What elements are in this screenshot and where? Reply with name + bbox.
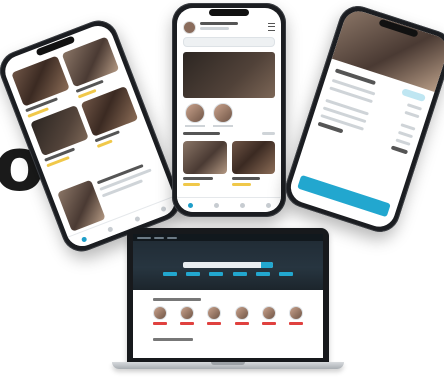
category-label-line <box>185 125 205 127</box>
category-label-line <box>213 125 233 127</box>
web-person[interactable] <box>288 306 303 325</box>
person-photo <box>180 306 195 320</box>
person-badge <box>207 322 222 325</box>
category-item[interactable] <box>213 103 233 127</box>
phone-notch <box>209 9 249 16</box>
web-nav <box>133 234 323 241</box>
web-search-input[interactable] <box>183 262 273 268</box>
web-person[interactable] <box>153 306 167 325</box>
greeting-line <box>200 22 239 25</box>
laptop-base <box>112 362 344 369</box>
web-category-button[interactable] <box>163 272 177 276</box>
row-value-line <box>397 130 414 139</box>
web-people-row <box>153 306 303 325</box>
phone-mockup-center <box>172 3 286 217</box>
category-circles <box>185 103 273 127</box>
card-title-line <box>183 177 214 180</box>
card-rating-line <box>183 183 201 186</box>
web-category-button[interactable] <box>278 272 293 276</box>
tab-bookings[interactable] <box>239 202 245 208</box>
search-input[interactable] <box>183 37 275 47</box>
greeting <box>200 22 264 32</box>
phone-screen-booking <box>286 7 444 231</box>
listing-photo <box>11 55 70 107</box>
web-footer-title-line <box>153 338 193 341</box>
person-photo <box>261 306 276 320</box>
web-category-button[interactable] <box>232 272 247 276</box>
listing-grid <box>11 36 142 168</box>
web-nav-link[interactable] <box>167 236 177 239</box>
card-photo <box>231 141 275 174</box>
person-badge <box>261 322 276 325</box>
recommended-card[interactable] <box>231 141 275 186</box>
laptop-mockup <box>127 228 329 364</box>
book-button[interactable] <box>297 174 391 218</box>
person-photo <box>288 306 303 320</box>
category-photo <box>213 103 233 123</box>
card-rating-line <box>231 183 252 186</box>
laptop-display <box>133 234 323 358</box>
web-person[interactable] <box>180 306 195 325</box>
card-photo <box>183 141 227 174</box>
phone-mockup-right <box>280 0 444 238</box>
category-item[interactable] <box>185 103 205 127</box>
person-photo <box>234 306 249 320</box>
recommended-card[interactable] <box>183 141 227 186</box>
web-logo-line[interactable] <box>137 236 151 239</box>
web-category-button[interactable] <box>209 272 224 276</box>
see-all-link[interactable] <box>262 132 275 135</box>
web-person[interactable] <box>207 306 222 325</box>
web-section-title-line <box>153 298 201 301</box>
recommended-grid <box>183 141 275 186</box>
category-photo <box>185 103 205 123</box>
web-person[interactable] <box>234 306 249 325</box>
row-value-line <box>395 138 411 146</box>
menu-icon[interactable] <box>268 23 275 31</box>
web-hero <box>133 234 323 290</box>
listing-card[interactable] <box>30 105 92 168</box>
web-category-button[interactable] <box>255 272 270 276</box>
status-badge <box>401 88 427 103</box>
tab-home[interactable] <box>187 202 193 208</box>
listing-card[interactable] <box>80 85 142 149</box>
greeting-subline <box>200 27 229 30</box>
tab-profile[interactable] <box>160 205 167 212</box>
row-value-line <box>406 103 423 111</box>
phone-mockup-left <box>0 14 186 258</box>
phone-screen-home <box>177 8 281 212</box>
tab-bar <box>177 197 281 212</box>
recommended-header <box>183 132 275 138</box>
tab-search[interactable] <box>213 202 219 208</box>
person-badge <box>288 322 303 325</box>
tab-home[interactable] <box>80 235 88 243</box>
tab-search[interactable] <box>107 225 114 233</box>
web-category-button[interactable] <box>186 272 201 276</box>
total-value-line <box>390 145 409 155</box>
app-header <box>183 20 275 34</box>
person-badge <box>234 322 249 325</box>
tab-profile[interactable] <box>265 202 271 208</box>
web-nav-link[interactable] <box>154 236 164 239</box>
hero-photo <box>183 52 275 98</box>
person-photo <box>207 306 222 320</box>
person-photo <box>153 306 167 320</box>
person-badge <box>153 322 167 325</box>
person-badge <box>180 322 195 325</box>
listing-photo <box>61 36 120 88</box>
recommended-title-line <box>183 132 220 135</box>
hero-banner[interactable] <box>183 52 275 98</box>
web-person[interactable] <box>261 306 276 325</box>
card-title-line <box>231 177 260 180</box>
tab-favorites[interactable] <box>133 215 141 222</box>
web-category-buttons <box>163 272 293 276</box>
row-value-line <box>404 110 420 119</box>
web-search-button[interactable] <box>261 262 273 268</box>
laptop-notch <box>211 362 245 365</box>
phone-screen-listings <box>0 21 180 251</box>
avatar[interactable] <box>183 20 196 34</box>
